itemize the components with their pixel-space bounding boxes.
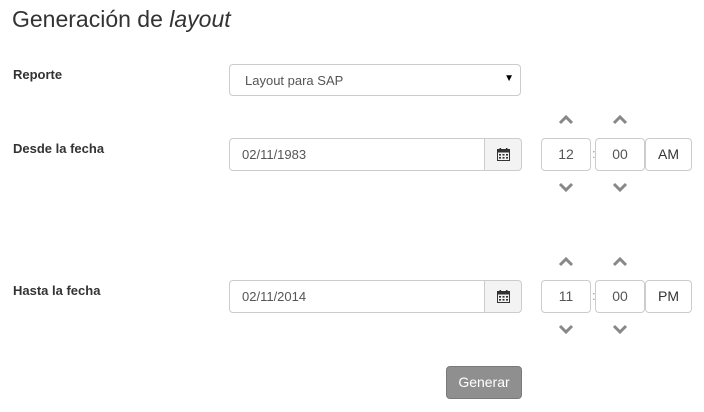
to-minute-input[interactable]: 00 xyxy=(595,280,645,313)
from-hour-input[interactable]: 12 xyxy=(541,138,591,171)
to-calendar-button[interactable] xyxy=(484,280,522,313)
generate-button[interactable]: Generar xyxy=(446,366,522,399)
to-date-label: Hasta la fecha xyxy=(13,283,101,298)
from-hour-down-icon[interactable] xyxy=(558,182,574,192)
to-date-input[interactable]: 02/11/2014 xyxy=(229,280,485,313)
to-minute-up-icon[interactable] xyxy=(612,257,628,267)
report-select-value: Layout para SAP xyxy=(245,73,344,88)
page-title-italic: layout xyxy=(169,6,231,32)
report-label: Reporte xyxy=(13,67,63,82)
from-minute-down-icon[interactable] xyxy=(612,182,628,192)
caret-down-icon: ▼ xyxy=(504,73,514,84)
to-meridian-toggle[interactable]: PM xyxy=(645,280,692,313)
from-minute-up-icon[interactable] xyxy=(612,115,628,125)
calendar-icon xyxy=(496,290,510,303)
to-hour-down-icon[interactable] xyxy=(558,324,574,334)
calendar-icon xyxy=(496,148,510,161)
from-calendar-button[interactable] xyxy=(484,138,522,171)
page-title-text: Generación de xyxy=(12,6,163,32)
page-title: Generación de layout xyxy=(12,6,231,33)
to-hour-input[interactable]: 11 xyxy=(541,280,591,313)
from-date-label: Desde la fecha xyxy=(13,141,105,156)
from-date-input[interactable]: 02/11/1983 xyxy=(229,138,485,171)
report-select[interactable]: Layout para SAP ▼ xyxy=(229,64,521,96)
to-hour-up-icon[interactable] xyxy=(558,257,574,267)
from-minute-input[interactable]: 00 xyxy=(595,138,645,171)
to-minute-down-icon[interactable] xyxy=(612,324,628,334)
from-hour-up-icon[interactable] xyxy=(558,115,574,125)
from-meridian-toggle[interactable]: AM xyxy=(645,138,692,171)
